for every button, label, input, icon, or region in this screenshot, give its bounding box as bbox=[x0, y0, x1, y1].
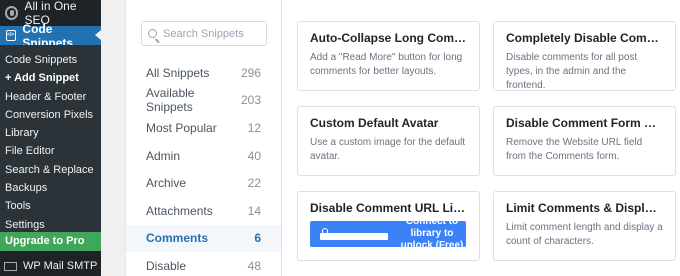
submenu-backups[interactable]: Backups bbox=[0, 179, 101, 197]
mail-icon bbox=[4, 261, 17, 271]
snippet-title: Limit Comments & Display Character Count bbox=[506, 201, 663, 215]
snippet-card[interactable]: Completely Disable Comments Disable comm… bbox=[493, 21, 676, 91]
menu-item-label: WP Mail SMTP bbox=[23, 260, 98, 272]
menu-item-wp-mail-smtp[interactable]: WP Mail SMTP bbox=[0, 256, 101, 276]
snippet-card[interactable]: Limit Comments & Display Character Count… bbox=[493, 191, 676, 261]
submenu-code-snippets[interactable]: Code Snippets bbox=[0, 51, 101, 69]
snippet-description: Add a "Read More" button for long commen… bbox=[310, 52, 463, 77]
snippet-description: Remove the Website URL field from the Co… bbox=[506, 137, 643, 162]
snippet-description: Use a custom image for the default avata… bbox=[310, 137, 466, 162]
category-available-snippets[interactable]: Available Snippets 203 bbox=[126, 86, 281, 115]
category-count: 40 bbox=[247, 148, 261, 163]
category-disable[interactable]: Disable 48 bbox=[126, 252, 281, 276]
category-label: Comments bbox=[146, 231, 209, 246]
submenu-add-snippet[interactable]: + Add Snippet bbox=[0, 69, 101, 87]
search-input[interactable] bbox=[163, 27, 263, 40]
category-count: 6 bbox=[254, 231, 261, 246]
submenu-file-editor[interactable]: File Editor bbox=[0, 142, 101, 160]
category-label: All Snippets bbox=[146, 65, 210, 80]
category-all-snippets[interactable]: All Snippets 296 bbox=[126, 59, 281, 87]
category-archive[interactable]: Archive 22 bbox=[126, 169, 281, 197]
category-count: 48 bbox=[247, 258, 261, 273]
submenu-tools[interactable]: Tools bbox=[0, 197, 101, 215]
snippet-card[interactable]: Custom Default Avatar Use a custom image… bbox=[297, 106, 480, 176]
connect-library-button[interactable]: Connect to library to unlock (Free) bbox=[310, 216, 466, 251]
aioseo-icon bbox=[5, 6, 19, 20]
category-count: 203 bbox=[240, 93, 261, 108]
snippet-title: Completely Disable Comments bbox=[506, 31, 663, 45]
category-label: Available Snippets bbox=[146, 86, 195, 115]
code-icon bbox=[6, 30, 17, 41]
category-label: Most Popular bbox=[146, 120, 217, 135]
submenu-library[interactable]: Library bbox=[0, 124, 101, 142]
snippet-description: Limit comment length and display a count… bbox=[506, 222, 663, 247]
menu-item-code-snippets[interactable]: Code Snippets bbox=[0, 22, 101, 50]
category-column: All Snippets 296 Available Snippets 203 … bbox=[126, 0, 282, 276]
snippet-title: Disable Comment Form Website URL bbox=[506, 116, 663, 130]
snippet-title: Custom Default Avatar bbox=[310, 116, 439, 130]
snippet-description: Disable comments for all post types, in … bbox=[506, 52, 638, 91]
category-comments[interactable]: Comments 6 bbox=[126, 224, 281, 253]
lock-icon bbox=[320, 227, 388, 240]
category-most-popular[interactable]: Most Popular 12 bbox=[126, 114, 281, 142]
upgrade-to-pro-link[interactable]: Upgrade to Pro bbox=[0, 232, 101, 251]
snippet-title: Auto-Collapse Long Comments bbox=[310, 31, 467, 45]
submenu-conversion-pixels[interactable]: Conversion Pixels bbox=[0, 106, 101, 124]
category-label: Attachments bbox=[146, 203, 213, 218]
snippet-card[interactable]: Disable Comment URL Linking Connect to l… bbox=[297, 191, 480, 261]
search-box bbox=[141, 21, 267, 46]
category-count: 14 bbox=[247, 203, 261, 218]
snippet-library-panel: All Snippets 296 Available Snippets 203 … bbox=[125, 0, 680, 276]
category-list: All Snippets 296 Available Snippets 203 … bbox=[126, 59, 281, 276]
category-label: Disable bbox=[146, 258, 187, 273]
connect-library-label: Connect to library to unlock (Free) bbox=[400, 216, 464, 251]
snippet-card[interactable]: Auto-Collapse Long Comments Add a "Read … bbox=[297, 21, 480, 91]
admin-sidebar: All in One SEO Code Snippets Code Snippe… bbox=[0, 0, 101, 276]
category-label: Archive bbox=[146, 176, 187, 191]
category-attachments[interactable]: Attachments 14 bbox=[126, 197, 281, 225]
category-count: 296 bbox=[240, 65, 261, 80]
current-menu-arrow-icon bbox=[95, 30, 101, 40]
search-icon bbox=[148, 29, 157, 38]
submenu-header-footer[interactable]: Header & Footer bbox=[0, 88, 101, 106]
submenu-search-replace[interactable]: Search & Replace bbox=[0, 161, 101, 179]
snippet-card[interactable]: Disable Comment Form Website URL Remove … bbox=[493, 106, 676, 176]
category-count: 12 bbox=[247, 120, 261, 135]
category-admin[interactable]: Admin 40 bbox=[126, 142, 281, 170]
snippet-title: Disable Comment URL Linking bbox=[310, 201, 467, 215]
category-count: 22 bbox=[247, 176, 261, 191]
category-label: Admin bbox=[146, 148, 181, 163]
code-snippets-submenu: Code Snippets + Add Snippet Header & Foo… bbox=[0, 45, 101, 234]
